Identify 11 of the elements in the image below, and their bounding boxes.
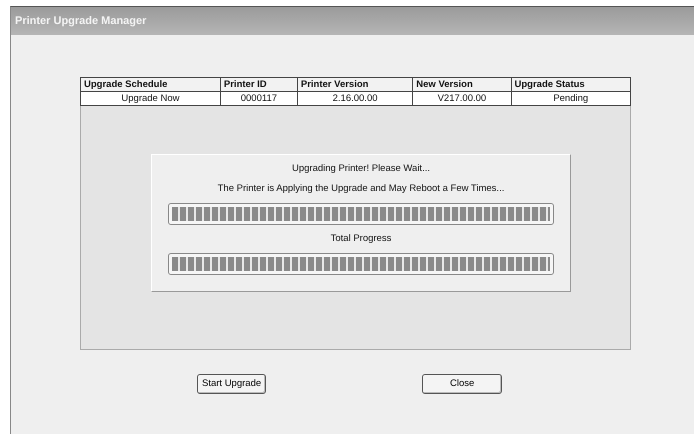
start-upgrade-button[interactable]: Start Upgrade: [197, 374, 266, 394]
column-header: Printer Version: [297, 78, 413, 92]
status-detail: The Printer is Applying the Upgrade and May Reboot a Few Times...: [218, 183, 504, 195]
column-header: Printer ID: [220, 78, 298, 92]
window-title: Printer Upgrade Manager: [15, 14, 146, 29]
status-message: Upgrading Printer! Please Wait...: [292, 163, 430, 175]
column-header: Upgrade Schedule: [80, 78, 220, 92]
column-header: New Version: [412, 78, 511, 92]
close-button[interactable]: Close: [422, 374, 502, 394]
column-header: Upgrade Status: [511, 78, 630, 92]
progress-label: Total Progress: [330, 233, 392, 245]
